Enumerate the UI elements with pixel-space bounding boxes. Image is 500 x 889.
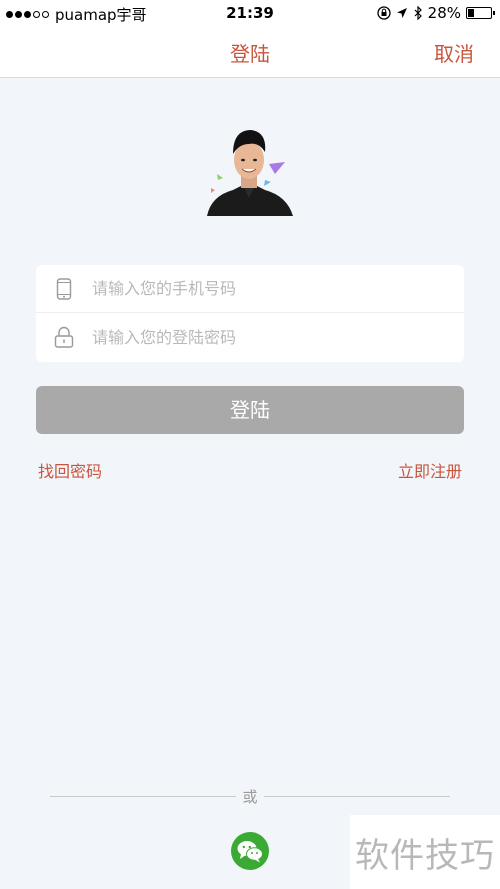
register-link[interactable]: 立即注册 <box>398 458 462 482</box>
page-title: 登陆 <box>230 42 270 66</box>
phone-row <box>36 265 464 313</box>
rotation-lock-icon <box>377 6 391 20</box>
avatar <box>207 130 293 216</box>
wechat-login-button[interactable] <box>231 832 269 870</box>
nav-bar: 登陆 取消 <box>0 26 500 78</box>
login-form <box>36 265 464 362</box>
password-row <box>36 313 464 361</box>
divider-or-text: 或 <box>242 788 258 806</box>
status-right: 28% <box>377 4 495 22</box>
cancel-button[interactable]: 取消 <box>434 38 474 67</box>
location-arrow-icon <box>396 8 407 18</box>
status-bar: puamap宇哥 21:39 28% <box>0 0 500 26</box>
forgot-password-link[interactable]: 找回密码 <box>38 458 102 482</box>
lock-icon <box>36 326 92 348</box>
watermark: 软件技巧 <box>350 815 500 889</box>
wechat-icon <box>237 841 263 863</box>
battery-level <box>468 9 475 17</box>
phone-icon <box>36 277 92 300</box>
battery-icon <box>466 7 495 19</box>
login-button[interactable]: 登陆 <box>36 386 464 434</box>
phone-input[interactable] <box>92 279 432 298</box>
battery-percent: 28% <box>427 4 461 22</box>
password-input[interactable] <box>92 327 432 347</box>
bluetooth-icon <box>414 6 422 20</box>
